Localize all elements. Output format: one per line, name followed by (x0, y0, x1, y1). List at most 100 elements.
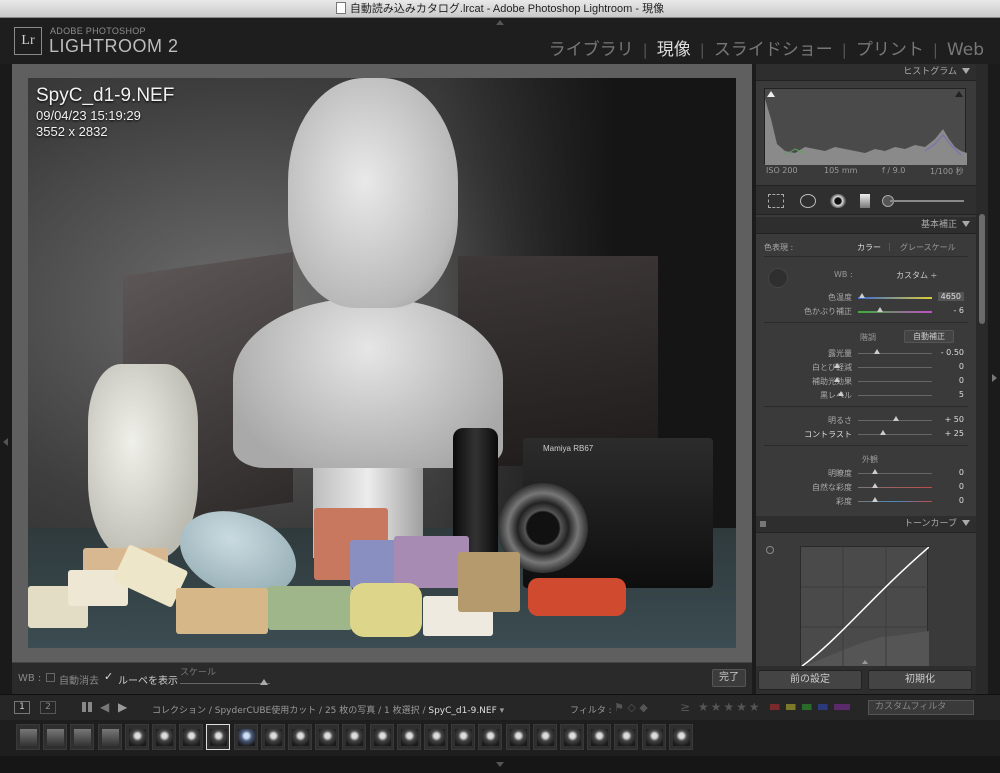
filmstrip-thumbnail[interactable] (587, 724, 612, 750)
histogram-header[interactable]: ヒストグラム (756, 64, 976, 81)
filmstrip-thumbnail[interactable] (342, 724, 367, 750)
filmstrip-thumbnail[interactable] (614, 724, 639, 750)
filmstrip-thumbnail[interactable] (260, 724, 285, 750)
filmstrip-thumbnail[interactable] (424, 724, 448, 750)
clarity-slider[interactable] (858, 473, 932, 474)
filmstrip-thumbnail[interactable] (124, 724, 149, 750)
filmstrip-thumbnail[interactable] (478, 724, 503, 750)
filmstrip-thumbnail[interactable] (532, 724, 557, 750)
vibrance-slider-thumb[interactable] (872, 483, 878, 488)
filmstrip-thumbnail[interactable] (369, 724, 394, 750)
filmstrip-thumbnail[interactable] (16, 724, 40, 750)
contrast-slider-thumb[interactable] (880, 430, 886, 435)
tone-curve-header[interactable]: トーンカーブ (756, 516, 976, 533)
saturation-slider[interactable] (858, 501, 932, 502)
saturation-slider-thumb[interactable] (872, 497, 878, 502)
flag-filter-icon[interactable]: ⚑ ◇ ◆ (614, 701, 648, 714)
saturation-value[interactable]: 0 (959, 496, 964, 505)
filmstrip-thumbnail[interactable] (97, 724, 122, 750)
scrollbar-thumb[interactable] (979, 214, 985, 324)
blacks-value[interactable]: 5 (959, 390, 964, 399)
custom-filter-select[interactable]: カスタムフィルタ (868, 700, 974, 715)
filmstrip-thumbnail[interactable] (315, 724, 340, 750)
tone-curve-graph[interactable] (800, 546, 930, 668)
graduated-filter-icon[interactable] (860, 194, 870, 208)
recovery-value[interactable]: 0 (959, 362, 964, 371)
contrast-slider[interactable] (858, 434, 932, 435)
grid-view-icon[interactable] (82, 702, 92, 712)
recovery-slider[interactable] (858, 367, 932, 368)
basic-header[interactable]: 基本補正 (756, 217, 976, 234)
vibrance-value[interactable]: 0 (959, 482, 964, 491)
rating-filter[interactable]: ≥ ★★★★★ (680, 700, 762, 714)
exposure-slider-thumb[interactable] (874, 349, 880, 354)
filmstrip-thumbnail[interactable] (152, 724, 176, 750)
brightness-slider-thumb[interactable] (893, 416, 899, 421)
monitor-1-button[interactable]: 1 (14, 701, 30, 714)
filmstrip-thumbnail[interactable] (668, 724, 693, 750)
blacks-slider[interactable] (858, 395, 932, 396)
highlight-clip-icon[interactable] (955, 91, 963, 97)
filmstrip-thumbnail[interactable] (641, 724, 666, 750)
temp-slider-thumb[interactable] (859, 293, 865, 298)
shadow-clip-icon[interactable] (767, 91, 775, 97)
tint-value[interactable]: - 6 (953, 306, 964, 315)
module-library[interactable]: ライブラリ (549, 40, 634, 60)
filmstrip-thumbnail[interactable] (288, 724, 312, 750)
previous-settings-button[interactable]: 前の設定 (758, 670, 862, 690)
forward-arrow-icon[interactable]: ▶ (118, 700, 127, 714)
temp-slider[interactable] (858, 297, 932, 299)
back-arrow-icon[interactable]: ◀ (100, 700, 109, 714)
right-panel-scrollbar[interactable] (976, 64, 988, 694)
filmstrip-thumbnail[interactable] (233, 724, 258, 750)
module-develop[interactable]: 現像 (657, 40, 691, 60)
wb-preset-select[interactable]: カスタム ÷ (896, 270, 937, 281)
temp-value[interactable]: 4650 (937, 292, 964, 301)
filmstrip-thumbnail[interactable] (505, 724, 530, 750)
scale-slider-thumb[interactable] (260, 679, 268, 685)
spot-removal-icon[interactable] (800, 194, 816, 208)
redeye-icon[interactable] (830, 194, 846, 208)
filmstrip-thumbnail[interactable] (206, 724, 231, 750)
filmstrip-thumbnail[interactable] (451, 724, 476, 750)
exposure-value[interactable]: - 0.50 (941, 348, 964, 357)
recovery-slider-thumb[interactable] (834, 363, 840, 368)
panel-switch-icon[interactable] (760, 521, 766, 527)
exposure-slider[interactable] (858, 353, 932, 354)
target-adjust-icon[interactable] (766, 546, 774, 554)
treatment-grayscale[interactable]: グレースケール (900, 242, 956, 253)
module-slideshow[interactable]: スライドショー (714, 40, 833, 60)
collapse-bottom-arrow-icon[interactable] (496, 762, 504, 767)
curve-split-thumb[interactable] (862, 660, 868, 664)
filmstrip-thumbnail[interactable] (396, 724, 421, 750)
right-panel-arrow-icon[interactable] (992, 374, 997, 382)
crop-tool-icon[interactable] (768, 194, 784, 208)
treatment-color[interactable]: カラー (857, 242, 881, 253)
collapse-top-arrow-icon[interactable] (496, 20, 504, 25)
filmstrip-thumbnail[interactable] (70, 724, 95, 750)
auto-dismiss-checkbox[interactable] (46, 673, 55, 682)
done-button[interactable]: 完了 (712, 669, 746, 687)
blacks-slider-thumb[interactable] (838, 391, 844, 396)
wb-eyedropper-icon[interactable] (768, 268, 788, 288)
clarity-value[interactable]: 0 (959, 468, 964, 477)
filmstrip-thumbnail[interactable] (179, 724, 204, 750)
clarity-slider-thumb[interactable] (872, 469, 878, 474)
module-web[interactable]: Web (947, 40, 984, 60)
photo-preview[interactable]: Mamiya RB67 SpyC_d1-9.NEF 09/04/23 15:19… (28, 78, 736, 648)
loupe-checkbox[interactable]: ✓ (104, 670, 113, 683)
filmstrip-thumbnail[interactable] (560, 724, 584, 750)
reset-button[interactable]: 初期化 (868, 670, 972, 690)
fill-light-value[interactable]: 0 (959, 376, 964, 385)
filmstrip-thumbnail[interactable] (43, 724, 68, 750)
color-label-filter[interactable] (770, 704, 850, 710)
vibrance-slider[interactable] (858, 487, 932, 488)
left-panel-arrow-icon[interactable] (3, 438, 8, 446)
scale-slider[interactable] (180, 683, 270, 684)
contrast-value[interactable]: + 25 (945, 429, 964, 438)
brightness-value[interactable]: + 50 (945, 415, 964, 424)
breadcrumb[interactable]: コレクション / SpyderCUBE使用カット / 25 枚の写真 / 1 枚… (152, 703, 504, 716)
monitor-2-button[interactable]: 2 (40, 701, 56, 714)
fill-light-slider[interactable] (858, 381, 932, 382)
module-print[interactable]: プリント (856, 40, 924, 60)
